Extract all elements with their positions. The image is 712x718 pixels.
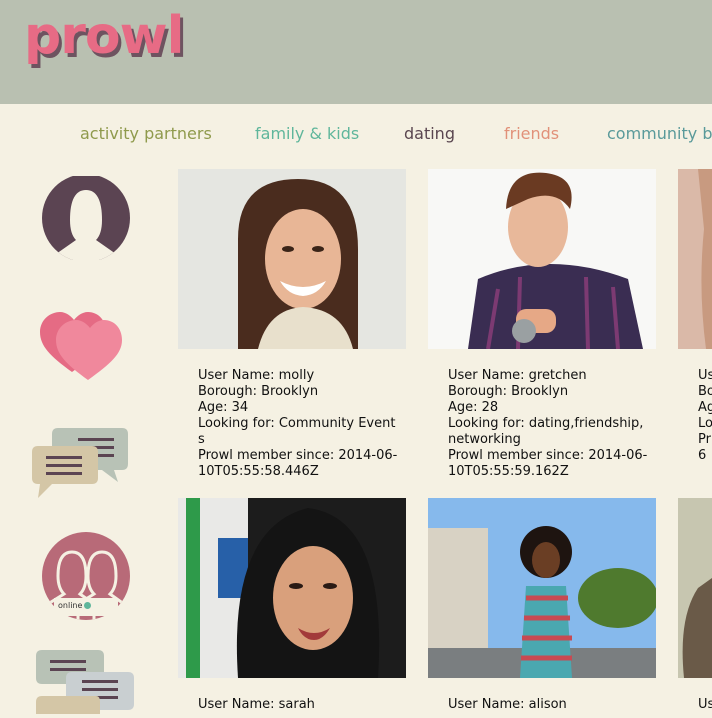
online-label: online xyxy=(58,601,83,610)
nav-friends[interactable]: friends xyxy=(504,124,559,143)
username: Us xyxy=(698,697,712,712)
nav-community[interactable]: community b xyxy=(607,124,712,143)
profile-info-sarah: User Name: sarah xyxy=(198,697,398,713)
nav-dating[interactable]: dating xyxy=(404,124,455,143)
profile-photo-6[interactable] xyxy=(678,498,712,678)
looking-for: Lo xyxy=(698,416,712,431)
username: User Name: gretchen xyxy=(448,368,587,383)
profile-info-gretchen: User Name: gretchen Borough: Brooklyn Ag… xyxy=(448,368,648,480)
profile-info-3: Us Bo Ag Lo Pr 06 xyxy=(698,368,712,464)
profile-photo-3[interactable] xyxy=(678,169,712,349)
borough: Borough: Brooklyn xyxy=(198,384,319,399)
category-nav: activity partners family & kids dating f… xyxy=(0,124,712,148)
profile-icon[interactable] xyxy=(40,174,132,264)
nav-activity-partners[interactable]: activity partners xyxy=(80,124,212,143)
profile-photo-molly[interactable] xyxy=(178,169,406,349)
username: User Name: sarah xyxy=(198,697,315,712)
messages-icon[interactable] xyxy=(36,648,136,718)
profile-info-molly: User Name: molly Borough: Brooklyn Age: … xyxy=(198,368,398,480)
online-status-dot xyxy=(84,602,91,609)
profile-photo-sarah[interactable] xyxy=(178,498,406,678)
nav-family-kids[interactable]: family & kids xyxy=(255,124,359,143)
profile-photo-gretchen[interactable] xyxy=(428,169,656,349)
borough: Bo xyxy=(698,384,712,399)
age: Ag xyxy=(698,400,712,415)
profile-info-6: Us xyxy=(698,697,712,713)
chat-icon[interactable] xyxy=(30,426,130,506)
age: Age: 34 xyxy=(198,400,249,415)
online-users-icon[interactable]: online xyxy=(40,532,132,626)
looking-for: Looking for: dating,friendship,networkin… xyxy=(448,416,644,447)
username: User Name: molly xyxy=(198,368,315,383)
member-since: Pr 06 xyxy=(698,432,712,463)
age: Age: 28 xyxy=(448,400,499,415)
member-since: Prowl member since: 2014-06-10T05:55:58.… xyxy=(198,448,398,479)
borough: Borough: Brooklyn xyxy=(448,384,569,399)
header: prowl xyxy=(0,0,712,104)
member-since: Prowl member since: 2014-06-10T05:55:59.… xyxy=(448,448,648,479)
prowl-logo[interactable]: prowl xyxy=(24,6,184,66)
username: User Name: alison xyxy=(448,697,567,712)
username: Us xyxy=(698,368,712,383)
profile-info-alison: User Name: alison xyxy=(448,697,648,713)
looking-for: Looking for: Community Events xyxy=(198,416,396,447)
heart-icon[interactable] xyxy=(40,308,126,388)
profile-photo-alison[interactable] xyxy=(428,498,656,678)
